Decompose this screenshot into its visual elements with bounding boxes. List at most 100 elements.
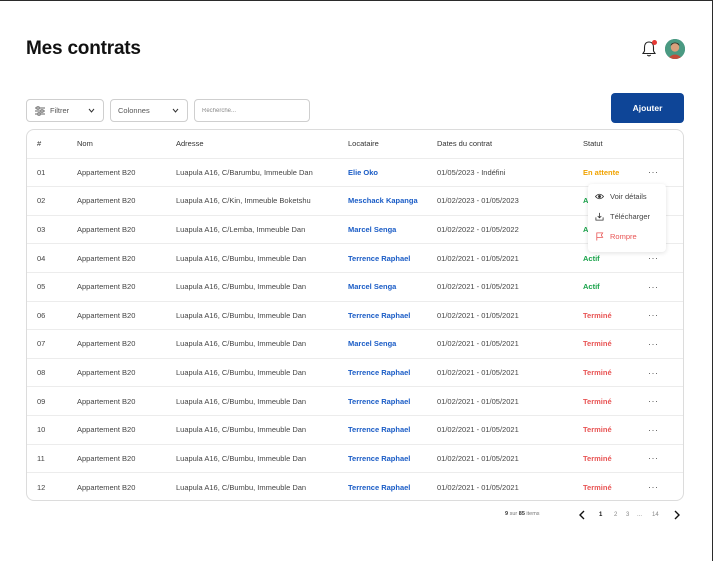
status-badge: Terminé: [583, 339, 612, 349]
page-1-button[interactable]: 1: [599, 508, 602, 522]
row-dates: 01/02/2021 - 01/05/2021: [437, 453, 519, 463]
row-more-button[interactable]: ···: [648, 387, 664, 415]
row-name: Appartement B20: [77, 482, 136, 492]
next-page-button[interactable]: [673, 508, 681, 522]
row-address: Luapula A16, C/Lemba, Immeuble Dan: [176, 225, 306, 235]
table-row[interactable]: 09 Appartement B20 Luapula A16, C/Bumbu, I…: [27, 387, 683, 416]
row-tenant-link[interactable]: Elie Oko: [348, 159, 438, 187]
row-more-button[interactable]: ···: [648, 473, 664, 502]
row-more-button[interactable]: ···: [648, 359, 664, 387]
download-icon: [595, 212, 604, 221]
flag-icon: [596, 231, 604, 241]
row-number: 08: [37, 368, 46, 378]
row-dates: 01/02/2021 - 01/05/2021: [437, 339, 519, 349]
row-more-button[interactable]: ···: [648, 302, 664, 330]
row-tenant-link[interactable]: Marcel Senga: [348, 330, 438, 358]
table-row[interactable]: 06 Appartement B20 Luapula A16, C/Bumbu, I…: [27, 302, 683, 331]
page-title: Mes contrats: [26, 38, 141, 59]
filter-dropdown[interactable]: Filtrer: [26, 99, 104, 122]
row-number: 06: [37, 310, 46, 320]
column-header-number: #: [37, 139, 42, 149]
pagination-middle: sur: [509, 511, 518, 517]
row-more-button[interactable]: ···: [648, 159, 664, 187]
row-dates: 01/02/2021 - 01/05/2021: [437, 253, 519, 263]
menu-item-label: Rompre: [610, 231, 637, 241]
menu-item-label: Télécharger: [610, 211, 651, 221]
columns-dropdown[interactable]: Colonnes: [110, 99, 188, 122]
chevron-right-icon: [674, 510, 680, 520]
row-tenant-link[interactable]: Terrence Raphael: [348, 445, 438, 473]
search-input[interactable]: [194, 99, 310, 122]
table-row[interactable]: 04 Appartement B20 Luapula A16, C/Bumbu, I…: [27, 244, 683, 273]
row-address: Luapula A16, C/Bumbu, Immeuble Dan: [176, 396, 307, 406]
table-row[interactable]: 11 Appartement B20 Luapula A16, C/Bumbu, I…: [27, 445, 683, 474]
page-2-button[interactable]: 2: [614, 508, 617, 522]
add-contract-button[interactable]: Ajouter: [611, 93, 684, 123]
menu-item-download[interactable]: Télécharger: [595, 208, 650, 224]
avatar[interactable]: [665, 39, 685, 59]
row-tenant-link[interactable]: Marcel Senga: [348, 216, 438, 244]
row-name: Appartement B20: [77, 425, 136, 435]
table-row[interactable]: 03 Appartement B20 Luapula A16, C/Lemba, I…: [27, 216, 683, 245]
row-address: Luapula A16, C/Bumbu, Immeuble Dan: [176, 453, 307, 463]
row-name: Appartement B20: [77, 339, 136, 349]
row-tenant-link[interactable]: Terrence Raphael: [348, 387, 438, 415]
row-tenant-link[interactable]: Terrence Raphael: [348, 302, 438, 330]
page-3-button[interactable]: 3: [626, 508, 629, 522]
row-more-button[interactable]: ···: [648, 416, 664, 444]
column-header-dates: Dates du contrat: [437, 139, 493, 149]
row-name: Appartement B20: [77, 253, 136, 263]
row-name: Appartement B20: [77, 167, 136, 177]
row-number: 01: [37, 167, 46, 177]
row-tenant-link[interactable]: Terrence Raphael: [348, 244, 438, 272]
table-row[interactable]: 12 Appartement B20 Luapula A16, C/Bumbu, I…: [27, 473, 683, 502]
row-more-button[interactable]: ···: [648, 273, 664, 301]
table-row[interactable]: 05 Appartement B20 Luapula A16, C/Bumbu, I…: [27, 273, 683, 302]
table-row[interactable]: 07 Appartement B20 Luapula A16, C/Bumbu, I…: [27, 330, 683, 359]
row-number: 09: [37, 396, 46, 406]
status-badge: Terminé: [583, 425, 612, 435]
table-header: # Nom Adresse Locataire Dates du contrat…: [27, 130, 683, 159]
menu-item-label: Voir détails: [610, 191, 647, 201]
row-tenant-link[interactable]: Terrence Raphael: [348, 416, 438, 444]
row-dates: 01/02/2022 - 01/05/2022: [437, 225, 519, 235]
row-tenant-link[interactable]: Terrence Raphael: [348, 473, 438, 502]
notification-dot: [652, 40, 657, 45]
table-row[interactable]: 02 Appartement B20 Luapula A16, C/Kin, Imm…: [27, 187, 683, 216]
row-number: 04: [37, 253, 46, 263]
row-dates: 01/02/2021 - 01/05/2021: [437, 425, 519, 435]
row-actions-menu: Voir détails Télécharger Rompre: [588, 184, 666, 252]
status-badge: Terminé: [583, 310, 612, 320]
menu-item-terminate[interactable]: Rompre: [595, 228, 637, 244]
table-row[interactable]: 10 Appartement B20 Luapula A16, C/Bumbu, I…: [27, 416, 683, 445]
status-badge: En attente: [583, 167, 620, 177]
row-dates: 01/05/2023 - Indéfini: [437, 167, 506, 177]
row-address: Luapula A16, C/Kin, Immeuble Boketshu: [176, 196, 311, 206]
status-badge: Terminé: [583, 482, 612, 492]
row-dates: 01/02/2021 - 01/05/2021: [437, 396, 519, 406]
row-number: 05: [37, 282, 46, 292]
row-name: Appartement B20: [77, 396, 136, 406]
table-row[interactable]: 01 Appartement B20 Luapula A16, C/Barumbu,…: [27, 159, 683, 188]
filter-label: Filtrer: [50, 106, 70, 115]
previous-page-button[interactable]: [578, 508, 586, 522]
page-ellipsis: ...: [637, 512, 643, 518]
table-row[interactable]: 08 Appartement B20 Luapula A16, C/Bumbu, I…: [27, 359, 683, 388]
column-header-tenant: Locataire: [348, 139, 379, 149]
chevron-down-icon: [88, 108, 95, 113]
row-tenant-link[interactable]: Terrence Raphael: [348, 359, 438, 387]
row-tenant-link[interactable]: Marcel Senga: [348, 273, 438, 301]
row-name: Appartement B20: [77, 453, 136, 463]
status-badge: Terminé: [583, 368, 612, 378]
row-more-button[interactable]: ···: [648, 445, 664, 473]
row-tenant-link[interactable]: Meschack Kapanga: [348, 187, 438, 215]
row-number: 02: [37, 196, 46, 206]
row-number: 12: [37, 482, 46, 492]
row-more-button[interactable]: ···: [648, 330, 664, 358]
menu-item-view-details[interactable]: Voir détails: [595, 188, 647, 204]
chevron-down-icon: [172, 108, 179, 113]
row-name: Appartement B20: [77, 225, 136, 235]
row-address: Luapula A16, C/Bumbu, Immeuble Dan: [176, 368, 307, 378]
status-badge: Terminé: [583, 396, 612, 406]
page-14-button[interactable]: 14: [652, 508, 659, 522]
